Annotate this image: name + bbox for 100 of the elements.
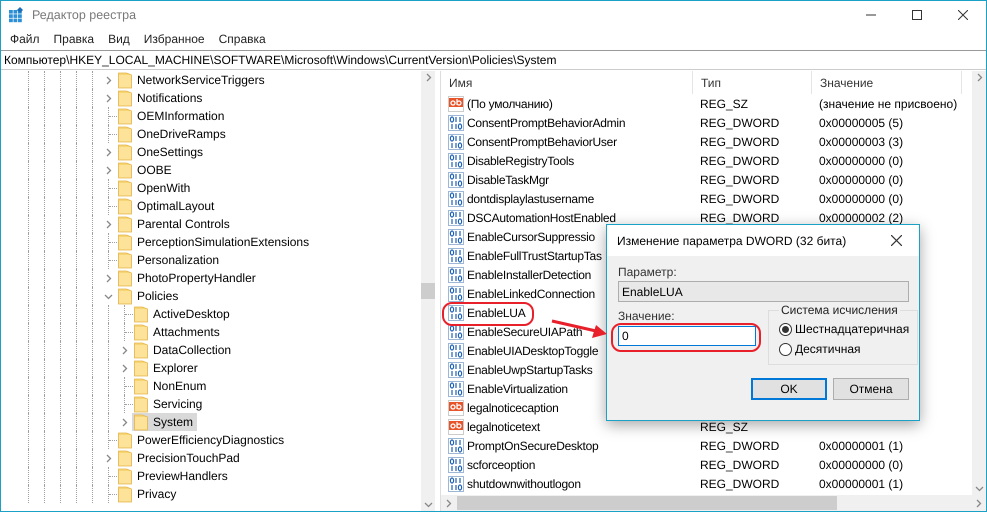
close-icon xyxy=(890,235,902,246)
tree-item[interactable]: OEMInformation xyxy=(116,107,228,125)
value-type: REG_DWORD xyxy=(700,154,780,168)
value-type: REG_DWORD xyxy=(700,192,780,206)
dialog-button[interactable]: Отмена xyxy=(833,378,909,400)
value-type: REG_DWORD xyxy=(700,134,780,148)
tree-item[interactable]: PhotoPropertyHandler xyxy=(116,269,260,287)
value-data: 0x00000002 (2) xyxy=(819,210,904,224)
chevron-down-icon[interactable] xyxy=(104,292,112,300)
chevron-right-icon[interactable] xyxy=(104,274,112,282)
value-name: EnableLinkedConnection xyxy=(467,286,595,300)
folder-icon xyxy=(118,72,132,88)
parameter-field[interactable]: EnableLUA xyxy=(618,281,909,302)
value-name: DSCAutomationHostEnabled xyxy=(467,210,616,224)
folder-icon xyxy=(134,306,148,322)
menu-item[interactable]: Избранное xyxy=(136,32,212,46)
chevron-right-icon[interactable] xyxy=(104,220,112,228)
app-icon xyxy=(8,7,24,23)
tree-item[interactable]: PrecisionTouchPad xyxy=(116,449,244,467)
binary-value-icon xyxy=(448,152,464,168)
tree-item[interactable]: DataCollection xyxy=(132,341,236,359)
folder-icon xyxy=(118,486,132,502)
tree-item[interactable]: PreviewHandlers xyxy=(116,467,232,485)
value-name: ConsentPromptBehaviorAdmin xyxy=(467,116,626,130)
tree-item[interactable]: ActiveDesktop xyxy=(132,305,234,323)
scroll-thumb[interactable] xyxy=(421,283,435,299)
tree-item[interactable]: OneDriveRamps xyxy=(116,125,230,143)
column-header[interactable]: Значение xyxy=(812,71,962,94)
chevron-down-icon[interactable] xyxy=(424,500,432,509)
chevron-down-icon[interactable] xyxy=(974,484,984,493)
tree-item[interactable]: Explorer xyxy=(132,359,202,377)
tree-item[interactable]: OneSettings xyxy=(116,143,208,161)
scrollbar[interactable] xyxy=(972,71,986,495)
value-type: REG_SZ xyxy=(700,420,748,434)
folder-icon xyxy=(118,252,132,268)
folder-icon xyxy=(118,216,132,232)
radio-option[interactable]: Шестнадцатеричная xyxy=(779,319,910,339)
chevron-right-icon[interactable] xyxy=(120,418,128,426)
menu-item[interactable]: Файл xyxy=(3,32,47,46)
value-input[interactable]: 0 xyxy=(618,326,756,346)
value-data: 0x00000000 (0) xyxy=(819,172,904,186)
value-data: 0x00000000 (0) xyxy=(819,154,904,168)
address-bar[interactable]: Компьютер\HKEY_LOCAL_MACHINE\SOFTWARE\Microsoft\Windows\CurrentVersion\Policies\System xyxy=(1,50,986,70)
string-value-icon xyxy=(448,96,464,112)
folder-icon xyxy=(134,324,148,340)
value-data: 0x00000001 (1) xyxy=(819,438,904,452)
chevron-right-icon[interactable] xyxy=(424,73,432,82)
chevron-right-icon[interactable] xyxy=(974,73,984,82)
value-type: REG_SZ xyxy=(700,96,748,110)
chevron-right-icon[interactable] xyxy=(104,454,112,462)
field-label: Значение: xyxy=(618,310,676,323)
tree-item[interactable]: Notifications xyxy=(116,89,206,107)
binary-value-icon xyxy=(448,248,464,264)
chevron-right-icon[interactable] xyxy=(444,498,453,508)
value-name: EnableVirtualization xyxy=(467,382,568,396)
tree-item[interactable]: PowerEfficiencyDiagnostics xyxy=(116,431,288,449)
tree-item[interactable]: Attachments xyxy=(132,323,224,341)
tree-item[interactable]: NonEnum xyxy=(132,377,210,395)
radio-option[interactable]: Десятичная xyxy=(779,339,910,359)
menu-item[interactable]: Вид xyxy=(101,32,137,46)
tree-item[interactable]: Personalization xyxy=(116,251,224,269)
tree-item[interactable]: Privacy xyxy=(116,485,180,503)
folder-icon xyxy=(118,468,132,484)
value-type: REG_DWORD xyxy=(700,116,780,130)
scroll-thumb[interactable] xyxy=(457,496,837,510)
tree-item[interactable]: NetworkServiceTriggers xyxy=(116,71,269,89)
value-data: 0x00000000 (0) xyxy=(819,192,904,206)
dialog-button[interactable]: OK xyxy=(751,378,827,400)
maximize-icon xyxy=(912,10,922,20)
binary-value-icon xyxy=(448,172,464,188)
binary-value-icon xyxy=(448,362,464,378)
column-header[interactable]: Тип xyxy=(693,71,812,94)
binary-value-icon xyxy=(448,304,464,320)
tree-item[interactable]: OpenWith xyxy=(116,179,194,197)
value-name: EnableLUA xyxy=(467,306,526,320)
value-type: REG_DWORD xyxy=(700,458,780,472)
tree-item[interactable]: OptimalLayout xyxy=(116,197,218,215)
binary-value-icon xyxy=(448,438,464,454)
tree-item[interactable]: Servicing xyxy=(132,395,206,413)
tree-item[interactable]: PerceptionSimulationExtensions xyxy=(116,233,314,251)
value-name: EnableCursorSuppressio xyxy=(467,230,595,244)
menu-item[interactable]: Правка xyxy=(46,32,102,46)
scrollbar[interactable] xyxy=(421,71,435,511)
value-type: REG_DWORD xyxy=(700,476,780,490)
group-title: Система исчисления xyxy=(780,303,899,317)
value-name: DisableTaskMgr xyxy=(467,172,549,186)
value-data: 0x00000001 (1) xyxy=(819,476,904,490)
menu-item[interactable]: Справка xyxy=(212,32,273,46)
chevron-right-icon[interactable] xyxy=(974,498,983,508)
column-header[interactable]: Имя xyxy=(441,71,693,94)
tree-item[interactable]: Policies xyxy=(116,287,182,305)
tree-item[interactable]: System xyxy=(132,413,198,431)
tree-item[interactable]: OOBE xyxy=(116,161,176,179)
tree-item[interactable]: Parental Controls xyxy=(116,215,234,233)
folder-icon xyxy=(134,360,148,376)
value-data: 0x00000005 (5) xyxy=(819,116,904,130)
value-data: 0x00000000 (0) xyxy=(819,458,904,472)
horizontal-scrollbar[interactable] xyxy=(441,495,986,511)
folder-icon xyxy=(118,198,132,214)
value-name: PromptOnSecureDesktop xyxy=(467,438,598,452)
